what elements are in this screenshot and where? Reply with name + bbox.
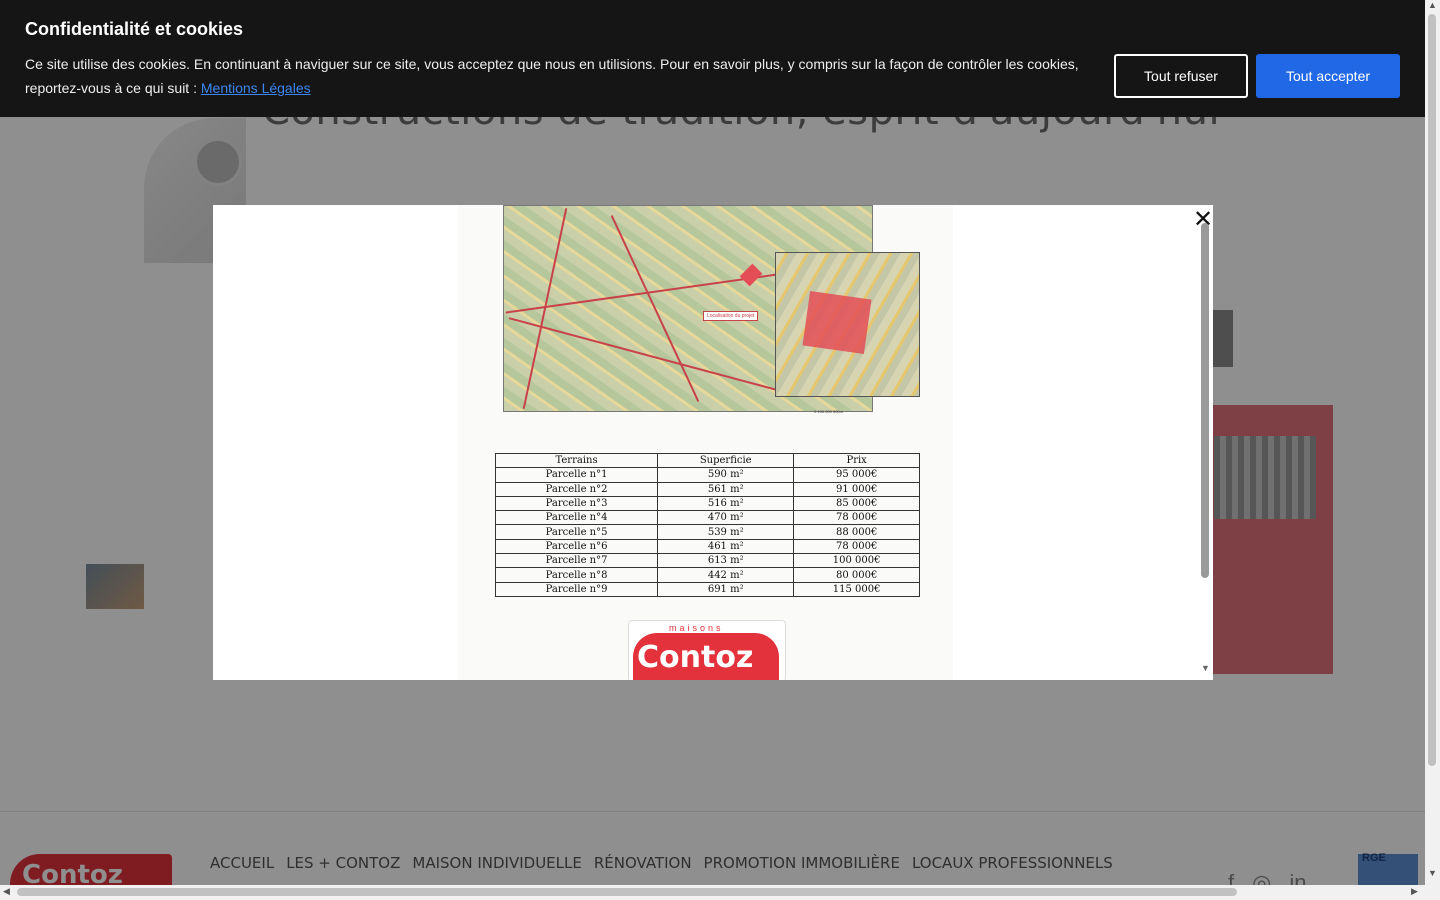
refuse-all-button[interactable]: Tout refuser	[1114, 54, 1248, 98]
table-row: Parcelle n°3 516 m² 85 000€	[494, 495, 920, 512]
modal-scrollbar[interactable]: ▼	[1201, 223, 1210, 673]
table-row: Parcelle n°8 442 m² 80 000€	[494, 567, 920, 583]
table-header: Superficie	[657, 452, 795, 469]
table-row: Parcelle n°2 561 m² 91 000€	[494, 481, 920, 497]
parcel-document: Localisation du projet 0 100 200 300m Te…	[458, 205, 953, 680]
cookie-banner: Confidentialité et cookies Ce site utili…	[0, 0, 1425, 117]
contoz-logo: maisons Contoz	[628, 620, 786, 680]
image-lightbox: Localisation du projet 0 100 200 300m Te…	[213, 205, 1213, 680]
page-vertical-scrollbar[interactable]: ▲ ▼	[1425, 0, 1440, 900]
cookie-heading: Confidentialité et cookies	[25, 19, 244, 39]
map-scale: 0 100 200 300m	[814, 409, 843, 414]
map-inset	[775, 252, 920, 397]
map-label: Localisation du projet	[703, 311, 759, 321]
project-plot	[802, 290, 872, 355]
page-horizontal-scrollbar[interactable]: ◀ ▶	[0, 885, 1425, 900]
table-row: Parcelle n°4 470 m² 78 000€	[494, 510, 920, 526]
table-row: Parcelle n°5 539 m² 88 000€	[494, 524, 920, 540]
table-row: Parcelle n°1 590 m² 95 000€	[494, 467, 920, 483]
cookie-text: Ce site utilise des cookies. En continua…	[25, 56, 1079, 96]
accept-all-button[interactable]: Tout accepter	[1256, 54, 1400, 98]
table-row: Parcelle n°9 691 m² 115 000€	[494, 581, 920, 597]
legal-notice-link[interactable]: Mentions Légales	[201, 80, 311, 96]
table-row: Parcelle n°7 613 m² 100 000€	[494, 553, 920, 569]
parcel-table: Terrains Superficie Prix Parcelle n°1 590…	[494, 452, 920, 597]
table-header: Prix	[793, 452, 920, 469]
table-row: Parcelle n°6 461 m² 78 000€	[494, 538, 920, 555]
table-header: Terrains	[494, 452, 659, 469]
